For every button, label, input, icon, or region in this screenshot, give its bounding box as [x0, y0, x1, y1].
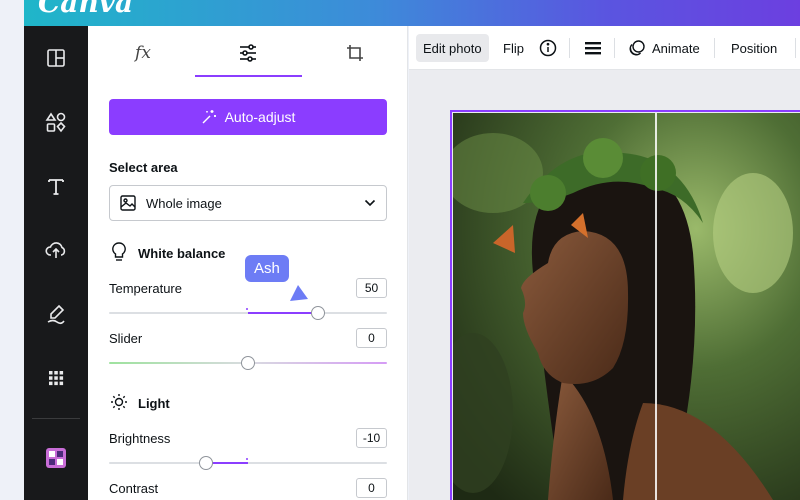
tab-crop[interactable]: [320, 36, 390, 70]
top-brand-bar: Canva: [24, 0, 800, 26]
sun-icon: [111, 394, 127, 410]
toolbar-divider: [614, 38, 615, 58]
white-balance-heading: White balance: [138, 246, 226, 261]
before-after-divider[interactable]: [655, 113, 657, 500]
image-icon: [120, 195, 136, 211]
slider-value-input[interactable]: 0: [356, 328, 387, 348]
animate-label: Animate: [652, 40, 700, 56]
toolbar-divider: [795, 38, 796, 58]
info-button[interactable]: [532, 34, 564, 62]
temperature-value-input[interactable]: 50: [356, 278, 387, 298]
text-icon[interactable]: [24, 166, 88, 206]
elements-icon[interactable]: [24, 102, 88, 142]
edit-photo-label: Edit photo: [423, 40, 482, 56]
select-area-value: Whole image: [146, 195, 222, 211]
temperature-center-tick: [246, 308, 248, 310]
apps-icon[interactable]: [24, 358, 88, 398]
border-style-icon: [585, 42, 601, 55]
crop-icon: [347, 45, 363, 61]
edit-photo-button[interactable]: Edit photo: [416, 34, 489, 62]
temperature-slider-handle[interactable]: [310, 306, 325, 320]
canva-logo[interactable]: Canva: [38, 0, 133, 19]
side-rail: [24, 26, 88, 500]
fx-icon: fx: [135, 43, 151, 63]
brightness-slider[interactable]: [109, 462, 387, 464]
brand-app-icon[interactable]: [24, 438, 88, 478]
layout-icon[interactable]: [24, 38, 88, 78]
auto-adjust-button[interactable]: Auto-adjust: [109, 99, 387, 135]
adjust-panel: fx Auto-adjust Select area Whole image W…: [88, 26, 408, 500]
chevron-down-icon: [364, 199, 376, 207]
auto-adjust-label: Auto-adjust: [224, 109, 296, 125]
select-area-dropdown[interactable]: Whole image: [109, 185, 387, 221]
tab-adjust[interactable]: [213, 36, 283, 70]
temperature-label: Temperature: [109, 281, 182, 296]
flip-label: Flip: [503, 40, 524, 56]
light-heading: Light: [138, 396, 170, 411]
rail-divider: [32, 418, 80, 419]
active-tab-indicator: [195, 75, 302, 77]
portrait-photo[interactable]: [453, 113, 800, 500]
info-icon: [539, 39, 557, 57]
border-style-button[interactable]: [577, 34, 609, 62]
contrast-value-input[interactable]: 0: [356, 478, 387, 498]
contrast-label: Contrast: [109, 481, 159, 496]
lightbulb-icon: [112, 242, 126, 261]
toolbar-divider: [714, 38, 715, 58]
uploads-icon[interactable]: [24, 230, 88, 270]
brightness-center-tick: [246, 458, 248, 460]
animate-button[interactable]: Animate: [621, 34, 707, 62]
tab-effects[interactable]: fx: [108, 36, 178, 70]
slider-label: Slider: [109, 331, 143, 346]
position-label: Position: [731, 40, 778, 56]
draw-icon[interactable]: [24, 294, 88, 334]
temperature-slider-fill: [248, 312, 318, 314]
collaborator-cursor-icon: [290, 285, 308, 301]
toolbar-divider: [569, 38, 570, 58]
animate-icon: [629, 40, 645, 56]
context-toolbar: Edit photo Flip Animate Position: [409, 26, 800, 70]
brightness-slider-handle[interactable]: [199, 456, 214, 470]
select-area-heading: Select area: [109, 160, 178, 175]
magic-wand-icon: [202, 110, 216, 124]
brightness-label: Brightness: [109, 431, 171, 446]
tint-slider-handle[interactable]: [241, 356, 255, 370]
collaborator-tooltip: Ash: [245, 255, 289, 282]
flip-button[interactable]: Flip: [496, 34, 531, 62]
brightness-value-input[interactable]: -10: [356, 428, 387, 448]
position-button[interactable]: Position: [724, 34, 784, 62]
sliders-icon: [240, 44, 256, 62]
